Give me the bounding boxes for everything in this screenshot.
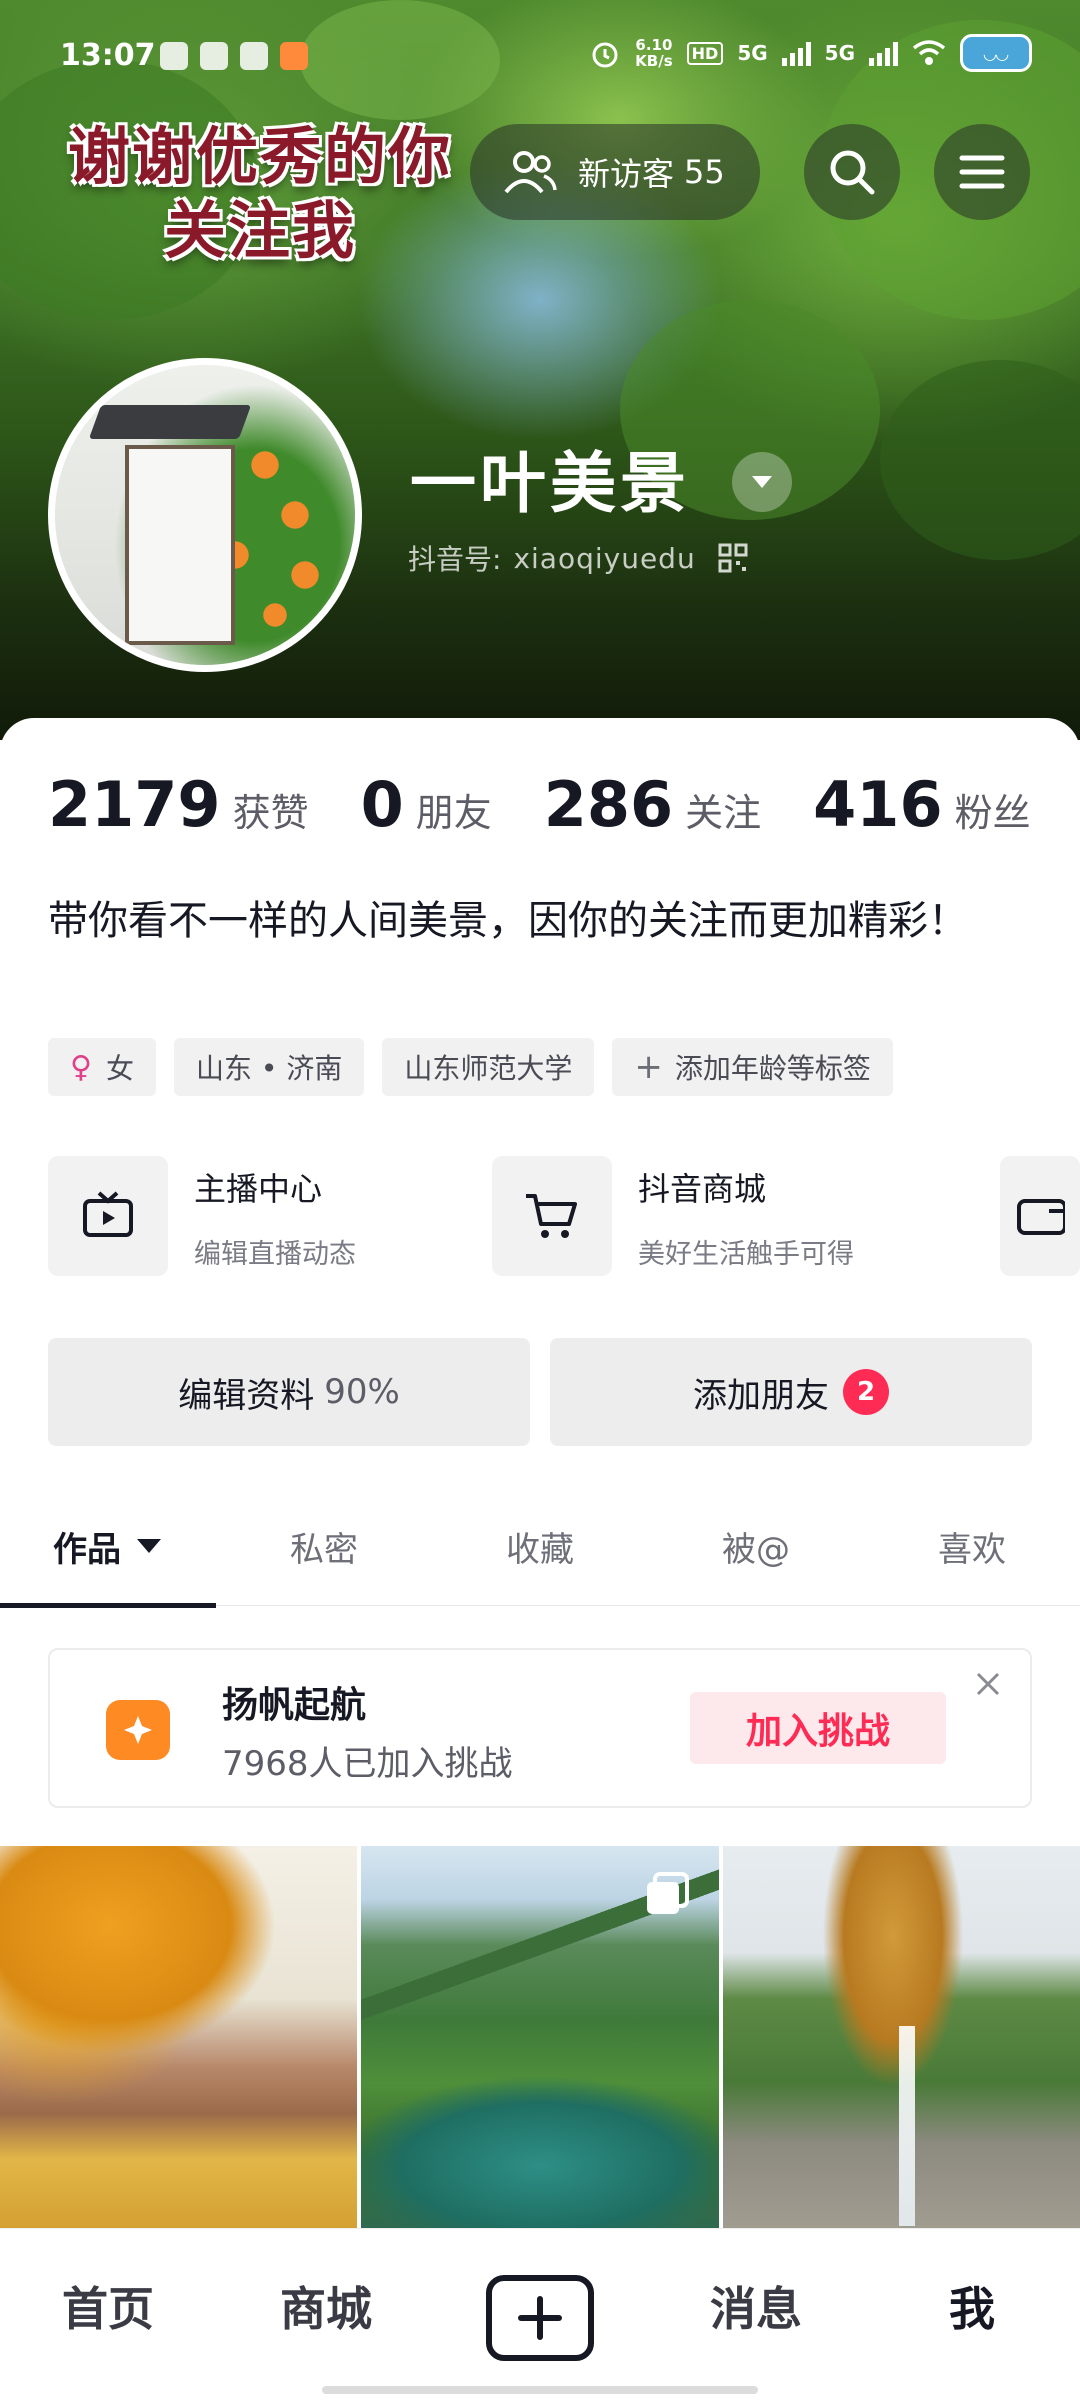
create-button[interactable] (486, 2275, 594, 2361)
visitors-label: 新访客 (578, 155, 675, 193)
plus-icon (518, 2296, 562, 2340)
network-5g-2: 5G (824, 41, 855, 65)
profile-tags: ♀ 女 山东 • 济南 山东师范大学 + 添加年龄等标签 (48, 1038, 893, 1096)
wallet-icon (1000, 1156, 1080, 1276)
female-icon: ♀ (70, 1049, 92, 1085)
stat-friends[interactable]: 0 朋友 (361, 768, 492, 841)
profile-cover[interactable]: 13:07 6.10 KB/s HD 5G 5G ◡◡ 谢谢优秀的你 关注我 新… (0, 0, 1080, 740)
qr-code-icon[interactable] (718, 543, 748, 573)
stat-followers[interactable]: 416 粉丝 (813, 768, 1030, 841)
service-subtitle: 美好生活触手可得 (638, 1239, 854, 1270)
edit-profile-button[interactable]: 编辑资料 90% (48, 1338, 530, 1446)
signal-icon-2 (869, 40, 898, 66)
search-button[interactable] (804, 124, 900, 220)
network-5g-1: 5G (737, 41, 768, 65)
service-mall[interactable]: 抖音商城 美好生活触手可得 (492, 1156, 854, 1276)
app-icon (200, 42, 228, 70)
challenge-card[interactable]: 扬帆起航 7968人已加入挑战 加入挑战 (48, 1648, 1032, 1808)
service-title: 抖音商城 (638, 1170, 767, 1208)
battery-icon: ◡◡ (960, 34, 1032, 72)
service-wallet[interactable] (1000, 1156, 1080, 1276)
cart-icon (492, 1156, 612, 1276)
caret-down-icon (137, 1539, 161, 1553)
visitors-count: 55 (684, 153, 725, 191)
account-switch-button[interactable] (732, 452, 792, 512)
status-time: 13:07 (60, 38, 156, 73)
profile-completion: 90% (324, 1372, 400, 1412)
stats-row: 2179 获赞 0 朋友 286 关注 416 粉丝 (48, 768, 1031, 841)
hd-icon: HD (686, 41, 724, 65)
avatar[interactable] (48, 358, 362, 672)
status-bar: 13:07 6.10 KB/s HD 5G 5G ◡◡ (0, 0, 1080, 110)
menu-button[interactable] (934, 124, 1030, 220)
challenge-title: 扬帆起航 (222, 1685, 367, 1726)
home-indicator[interactable] (322, 2386, 758, 2394)
notification-icons (160, 42, 308, 70)
alarm-icon (592, 42, 618, 68)
video-thumbnail[interactable] (722, 1846, 1080, 2228)
stat-likes[interactable]: 2179 获赞 (48, 768, 309, 841)
visitors-icon (498, 140, 562, 204)
close-icon[interactable] (968, 1664, 1008, 1704)
tag-add[interactable]: + 添加年龄等标签 (612, 1038, 893, 1096)
taobao-icon (280, 42, 308, 70)
bio-text[interactable]: 带你看不一样的人间美景，因你的关注而更加精彩！ (48, 886, 1038, 956)
service-shortcuts: 主播中心 编辑直播动态 抖音商城 美好生活触手可得 (48, 1156, 1080, 1280)
tab-mentions[interactable]: 被@ (648, 1486, 864, 1606)
net-speed: 6.10 KB/s (635, 36, 673, 70)
nav-home[interactable]: 首页 (8, 2273, 208, 2339)
service-subtitle: 编辑直播动态 (194, 1239, 356, 1270)
service-title: 主播中心 (194, 1170, 323, 1208)
douyin-id-row[interactable]: 抖音号: xiaoqiyuedu (408, 538, 748, 578)
multi-image-icon (646, 1872, 689, 1914)
tab-private[interactable]: 私密 (216, 1486, 432, 1606)
tag-school[interactable]: 山东师范大学 (382, 1038, 595, 1096)
notification-badge: 2 (843, 1369, 889, 1415)
video-grid (0, 1846, 1080, 2228)
status-indicators: 6.10 KB/s HD 5G 5G ◡◡ (589, 34, 1032, 72)
caret-down-icon (752, 476, 772, 488)
douyin-id-label: 抖音号: (408, 543, 502, 576)
nickname: 一叶美景 (410, 445, 690, 522)
nav-mall[interactable]: 商城 (226, 2273, 426, 2339)
stat-following[interactable]: 286 关注 (544, 768, 761, 841)
content-tabs: 作品 私密 收藏 被@ 喜欢 (0, 1486, 1080, 1608)
challenge-participants: 7968人已加入挑战 (222, 1744, 513, 1784)
add-friends-button[interactable]: 添加朋友 2 (550, 1338, 1032, 1446)
nav-messages[interactable]: 消息 (656, 2273, 856, 2339)
menu-icon (959, 155, 1005, 189)
telegram-icon (240, 42, 268, 70)
plus-icon: + (634, 1047, 663, 1087)
wechat-icon (160, 42, 188, 70)
search-icon (830, 150, 875, 195)
service-live-center[interactable]: 主播中心 编辑直播动态 (48, 1156, 356, 1276)
profile-card: 2179 获赞 0 朋友 286 关注 416 粉丝 带你看不一样的人间美景，因… (0, 718, 1080, 2228)
join-challenge-button[interactable]: 加入挑战 (690, 1692, 946, 1764)
bottom-nav: 首页 商城 消息 我 (0, 2228, 1080, 2400)
tv-icon (48, 1156, 168, 1276)
video-thumbnail[interactable] (0, 1846, 358, 2228)
active-tab-indicator (0, 1603, 216, 1608)
wifi-icon (912, 40, 946, 65)
douyin-id: xiaoqiyuedu (513, 541, 696, 575)
cover-banner-text: 谢谢优秀的你 关注我 (67, 120, 452, 267)
nav-me[interactable]: 我 (872, 2273, 1072, 2339)
tab-favorites[interactable]: 收藏 (432, 1486, 648, 1606)
video-thumbnail[interactable] (361, 1846, 719, 2228)
tab-works[interactable]: 作品 (0, 1486, 216, 1608)
tag-gender[interactable]: ♀ 女 (48, 1038, 156, 1096)
new-visitors-button[interactable]: 新访客 55 (470, 124, 760, 220)
challenge-icon (106, 1700, 170, 1760)
tag-location[interactable]: 山东 • 济南 (174, 1038, 365, 1096)
tab-likes[interactable]: 喜欢 (864, 1486, 1080, 1606)
signal-icon (781, 40, 811, 66)
